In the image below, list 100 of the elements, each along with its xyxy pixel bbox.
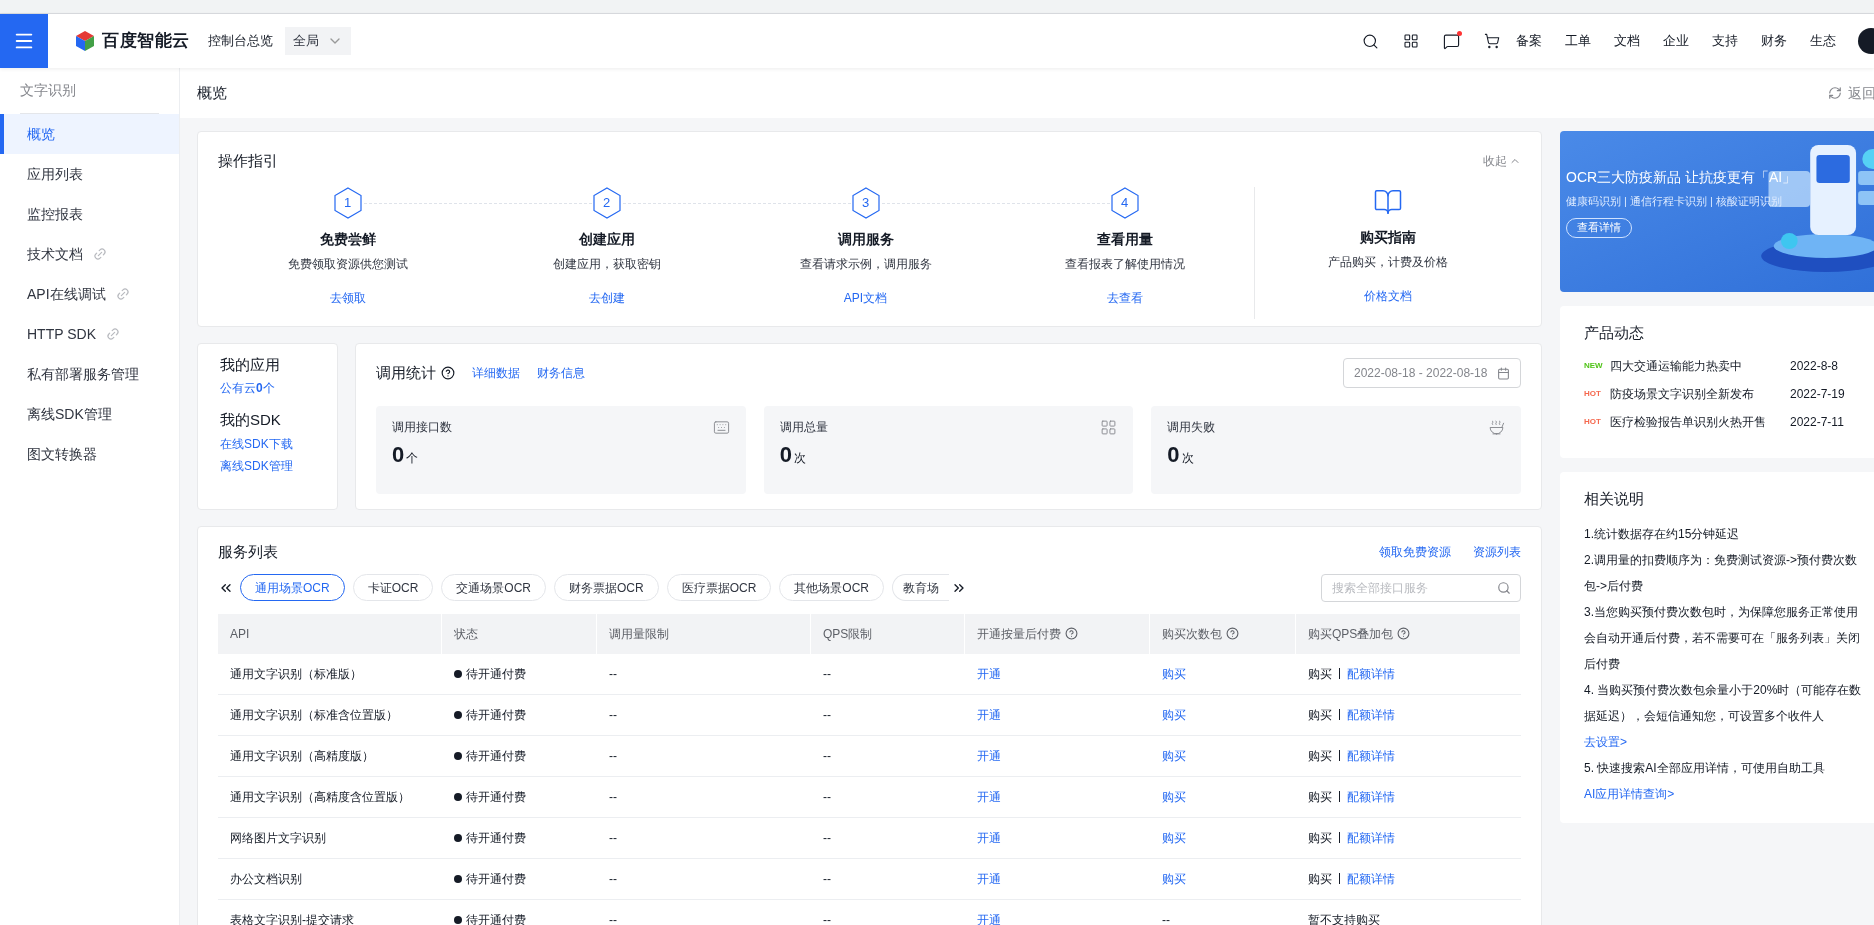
table-cell: -- xyxy=(823,789,831,804)
column-header: 购买QPS叠加包 xyxy=(1308,625,1394,643)
step-link[interactable]: 去查看 xyxy=(1106,288,1143,307)
sdk-link[interactable]: 在线SDK下载 xyxy=(220,435,315,453)
enable-link[interactable]: 开通 xyxy=(977,789,1001,804)
enable-link[interactable]: 开通 xyxy=(977,748,1001,763)
sdk-link[interactable]: 离线SDK管理 xyxy=(220,457,315,475)
buy-link[interactable]: 购买 xyxy=(1162,871,1186,886)
step-title: 购买指南 xyxy=(1360,227,1416,247)
step-description: 产品购买，计费及价格 xyxy=(1328,253,1448,271)
section-title: 调用统计 xyxy=(376,362,436,383)
nav-link[interactable]: 生态 xyxy=(1810,31,1836,51)
quota-link[interactable]: 配额详情 xyxy=(1347,787,1395,806)
calendar-icon xyxy=(1497,366,1510,380)
table-cell: 表格文字识别-提交请求 xyxy=(230,912,354,925)
table-cell-text: 购买 xyxy=(1308,829,1332,847)
search-field[interactable]: 搜索全部接口服务 xyxy=(1321,573,1521,602)
buy-link[interactable]: 购买 xyxy=(1162,666,1186,681)
nav-link[interactable]: 支持 xyxy=(1712,31,1738,51)
sidebar-item[interactable]: 技术文档 xyxy=(0,234,179,274)
stats-link[interactable]: 详细数据 xyxy=(472,364,520,382)
nav-link[interactable]: 备案 xyxy=(1516,31,1542,51)
table-cell: -- xyxy=(609,707,617,722)
table-cell: 通用文字识别（高精度版） xyxy=(230,748,374,763)
news-tag: HOT xyxy=(1584,387,1610,400)
card-title: 我的SDK xyxy=(220,409,282,430)
settings-link[interactable]: 去设置> xyxy=(1584,728,1864,755)
buy-link[interactable]: 购买 xyxy=(1162,789,1186,804)
step-link[interactable]: 去领取 xyxy=(329,288,366,307)
nav-link[interactable]: 企业 xyxy=(1663,31,1689,51)
stats-link[interactable]: 财务信息 xyxy=(537,364,585,382)
quota-link[interactable]: 配额详情 xyxy=(1347,705,1395,724)
public-cloud-link[interactable]: 公有云0个 xyxy=(220,378,315,397)
table-cell: 通用文字识别（标准版） xyxy=(230,666,362,681)
table-cell: -- xyxy=(609,666,617,681)
grid-icon[interactable] xyxy=(1403,33,1419,49)
step-link[interactable]: API文档 xyxy=(843,288,888,307)
step-link[interactable]: 去创建 xyxy=(588,288,625,307)
buy-link[interactable]: 购买 xyxy=(1162,830,1186,845)
back-link[interactable]: 返回 xyxy=(1828,82,1874,104)
date-range-field[interactable]: 2022-08-18 - 2022-08-18 xyxy=(1343,358,1521,388)
quota-link[interactable]: 配额详情 xyxy=(1347,746,1395,765)
stat-value: 0 xyxy=(779,441,792,469)
step-title: 免费尝鲜 xyxy=(319,229,376,249)
quota-link[interactable]: 配额详情 xyxy=(1347,828,1395,847)
services-link[interactable]: 资源列表 xyxy=(1473,543,1521,562)
table-cell: -- xyxy=(823,830,831,845)
sidebar-item[interactable]: 概览 xyxy=(0,114,179,154)
sidebar-item[interactable]: 私有部署服务管理 xyxy=(0,354,179,394)
table-cell: -- xyxy=(823,707,831,722)
help-icon[interactable] xyxy=(441,366,455,380)
stat-unit: 次 xyxy=(793,450,806,467)
table-cell-text: 购买 xyxy=(1308,747,1332,765)
search-icon[interactable] xyxy=(1362,32,1379,50)
console-link[interactable]: 控制台总览 xyxy=(207,31,273,51)
services-link[interactable]: 领取免费资源 xyxy=(1379,543,1451,562)
step-description: 创建应用，获取密钥 xyxy=(552,255,661,273)
tool-link[interactable]: AI应用详情查询> xyxy=(1584,780,1675,807)
enable-link[interactable]: 开通 xyxy=(977,666,1001,681)
status-text: 待开通付费 xyxy=(466,911,526,925)
enable-link[interactable]: 开通 xyxy=(977,707,1001,722)
table-cell: -- xyxy=(823,912,831,925)
step-number: 2 xyxy=(591,186,622,219)
status-text: 待开通付费 xyxy=(466,829,526,847)
message-icon[interactable] xyxy=(1443,32,1460,50)
sidebar-item[interactable]: API在线调试 xyxy=(0,274,179,314)
buy-link[interactable]: 购买 xyxy=(1162,707,1186,722)
logo-icon xyxy=(74,30,96,52)
enable-link[interactable]: 开通 xyxy=(977,912,1001,925)
cart-icon[interactable] xyxy=(1484,33,1500,49)
sidebar-item[interactable]: HTTP SDK xyxy=(0,314,179,354)
step-link[interactable]: 价格文档 xyxy=(1364,286,1412,305)
news-date: 2022-7-19 xyxy=(1790,385,1845,403)
nav-link[interactable]: 文档 xyxy=(1614,31,1640,51)
column-header: 开通按量后付费 xyxy=(977,625,1061,643)
nav-link[interactable]: 工单 xyxy=(1565,31,1591,51)
table-cell-text: 购买 xyxy=(1308,665,1332,683)
news-link[interactable]: 防疫场景文字识别全新发布 xyxy=(1610,384,1790,403)
nav-link[interactable]: 财务 xyxy=(1761,31,1787,51)
sidebar-item[interactable]: 应用列表 xyxy=(0,154,179,194)
sidebar-item[interactable]: 监控报表 xyxy=(0,194,179,234)
buy-link[interactable]: 购买 xyxy=(1162,748,1186,763)
menu-button[interactable] xyxy=(0,14,48,68)
quota-link[interactable]: 配额详情 xyxy=(1347,869,1395,888)
enable-link[interactable]: 开通 xyxy=(977,871,1001,886)
step-title: 调用服务 xyxy=(837,229,894,249)
region-select[interactable]: 全局 xyxy=(284,27,351,55)
enable-link[interactable]: 开通 xyxy=(977,830,1001,845)
news-link[interactable]: 四大交通运输能力热卖中 xyxy=(1610,356,1790,375)
news-link[interactable]: 医疗检验报告单识别火热开售 xyxy=(1610,412,1790,431)
sidebar-item[interactable]: 图文转换器 xyxy=(0,434,179,474)
collapse-link[interactable]: 收起 xyxy=(1483,152,1521,171)
stat-unit: 个 xyxy=(406,450,419,467)
sidebar-item[interactable]: 离线SDK管理 xyxy=(0,394,179,434)
table-cell-text: 暂不支持购买 xyxy=(1308,911,1380,925)
card-title: 我的应用 xyxy=(220,355,281,375)
quota-link[interactable]: 配额详情 xyxy=(1347,664,1395,683)
table-cell: -- xyxy=(609,748,617,763)
stat-label: 调用接口数 xyxy=(392,419,452,436)
step-description: 查看请求示例，调用服务 xyxy=(799,255,932,273)
